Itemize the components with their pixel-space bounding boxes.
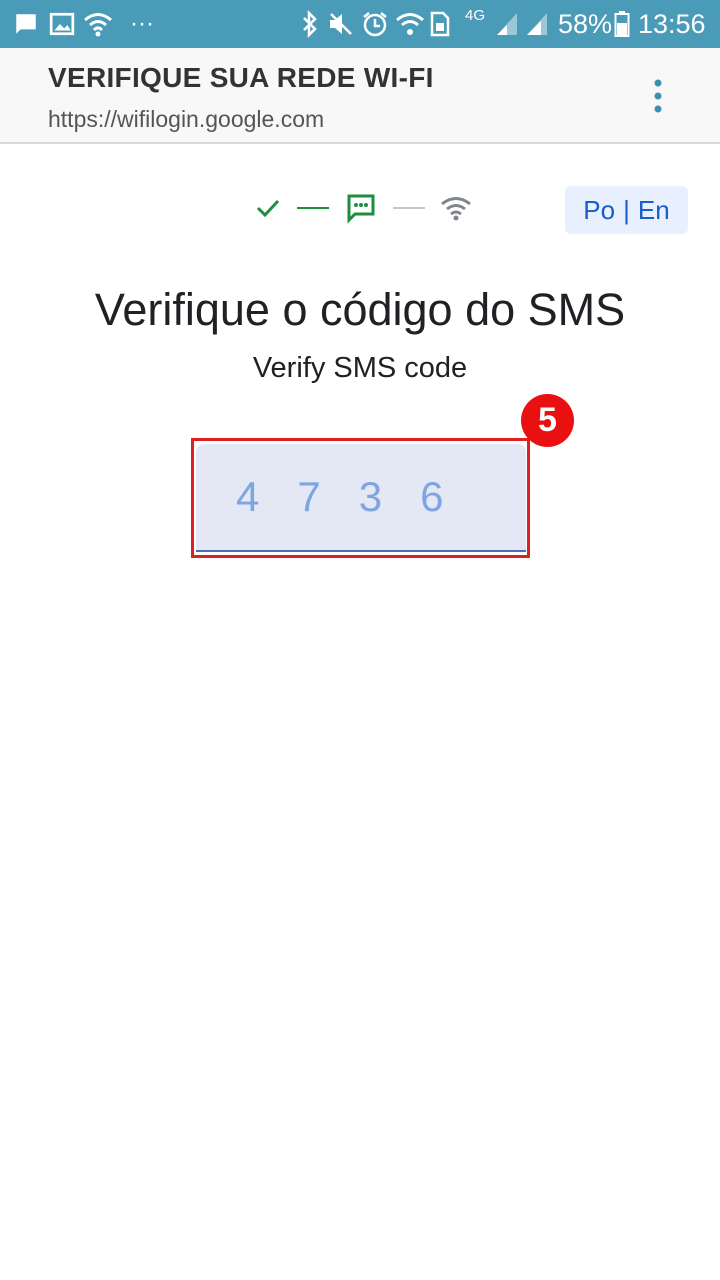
image-icon (48, 0, 76, 48)
page-url: https://wifilogin.google.com (48, 106, 325, 132)
lang-english[interactable]: En (638, 195, 670, 226)
mute-icon (326, 0, 356, 48)
progress-stepper (250, 186, 480, 230)
main-subtitle: Verify SMS code (252, 352, 468, 384)
more-vert-icon (654, 79, 662, 113)
signal-icon (494, 0, 520, 48)
lang-separator: | (623, 194, 630, 225)
signal-icon-2 (524, 0, 550, 48)
network-type: 4G (465, 7, 486, 24)
status-bar: ··· 4G 58% 13:56 (0, 0, 720, 48)
message-icon (12, 0, 40, 48)
lang-portuguese[interactable]: Po (583, 195, 615, 226)
bluetooth-icon (298, 0, 322, 48)
wifi-step-icon (436, 186, 476, 230)
main-title: Verifique o código do SMS (94, 284, 626, 335)
check-icon (250, 186, 286, 230)
language-toggle[interactable]: Po | En (565, 186, 688, 234)
battery-icon (612, 0, 632, 48)
more-options-button[interactable] (634, 72, 682, 120)
clock: 13:56 (638, 9, 706, 39)
step-connector-done (297, 207, 329, 209)
notifications-overflow: ··· (130, 10, 154, 37)
step-connector-pending (393, 207, 425, 209)
alarm-icon (360, 0, 390, 48)
page-title: VERIFIQUE SUA REDE WI-FI (48, 62, 434, 93)
sim-icon (428, 0, 452, 48)
annotation-step-badge: 5 (521, 394, 574, 447)
wifi-icon (82, 0, 114, 48)
battery-percent: 58% (558, 9, 613, 39)
wifi-calling-icon (394, 0, 426, 48)
sms-icon (342, 186, 380, 230)
browser-header: VERIFIQUE SUA REDE WI-FI https://wifilog… (0, 48, 720, 144)
annotation-highlight-box (191, 438, 530, 558)
